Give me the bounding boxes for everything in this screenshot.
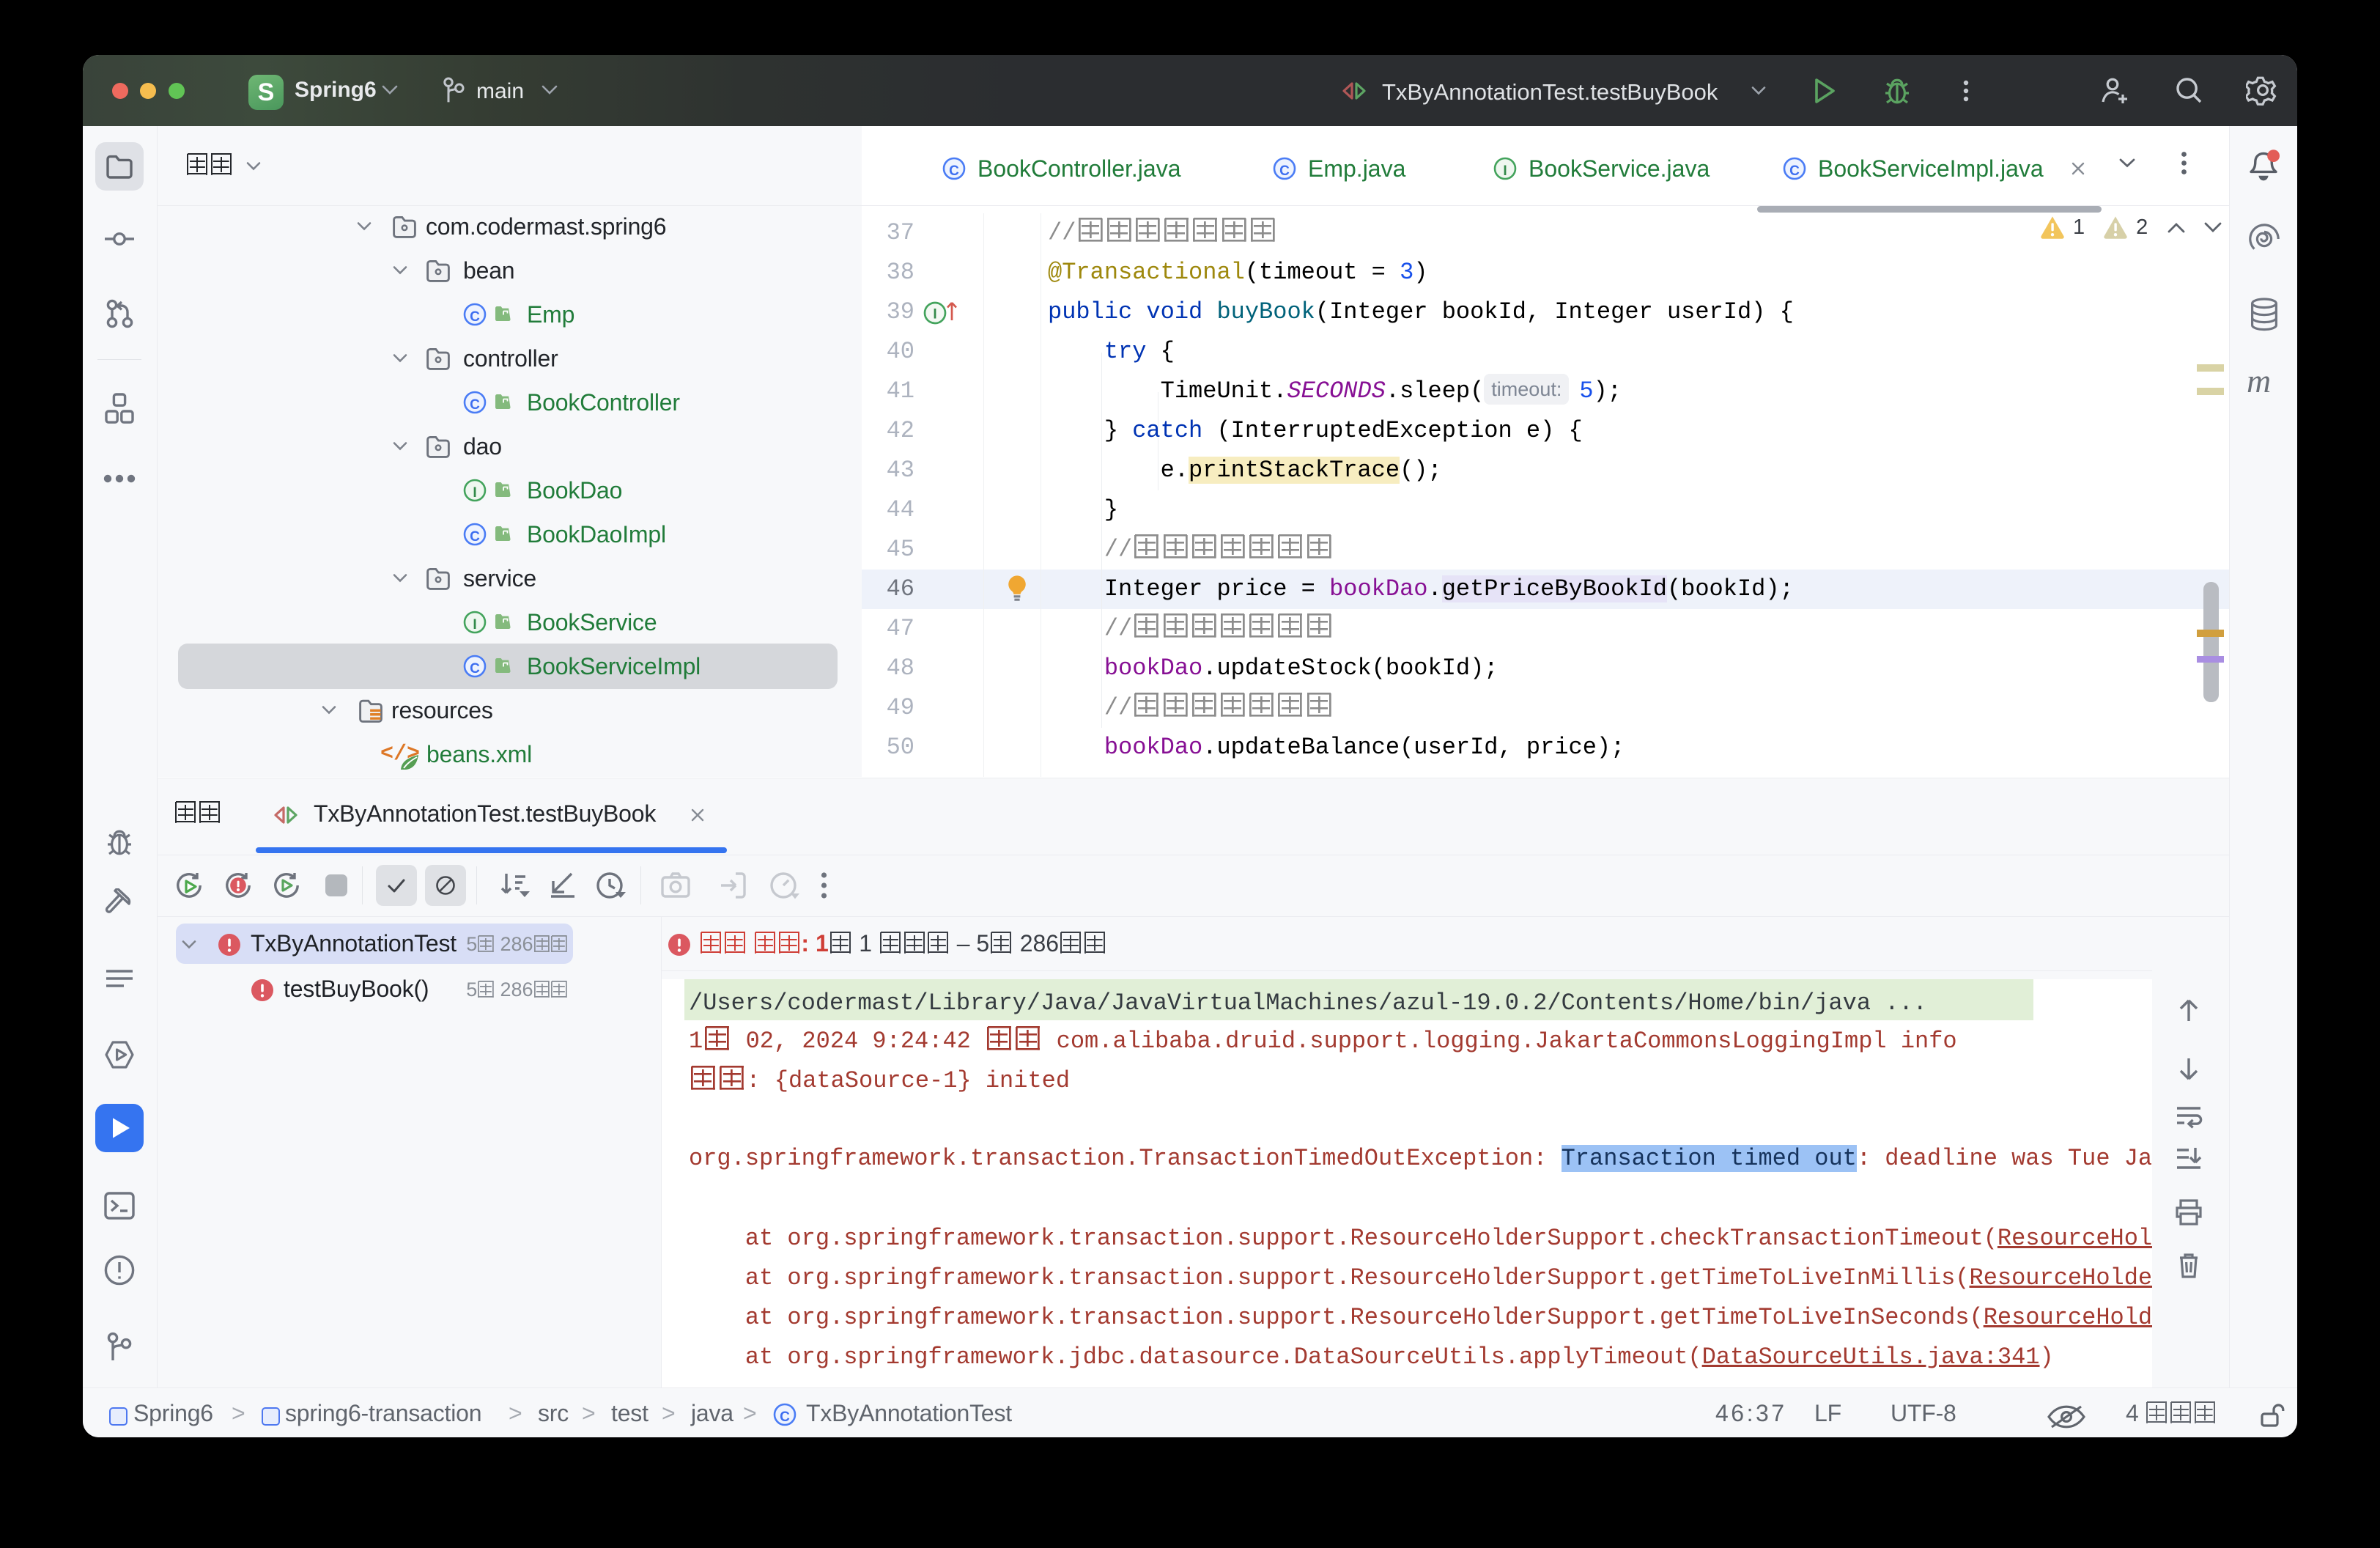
- svg-text:I: I: [933, 307, 936, 322]
